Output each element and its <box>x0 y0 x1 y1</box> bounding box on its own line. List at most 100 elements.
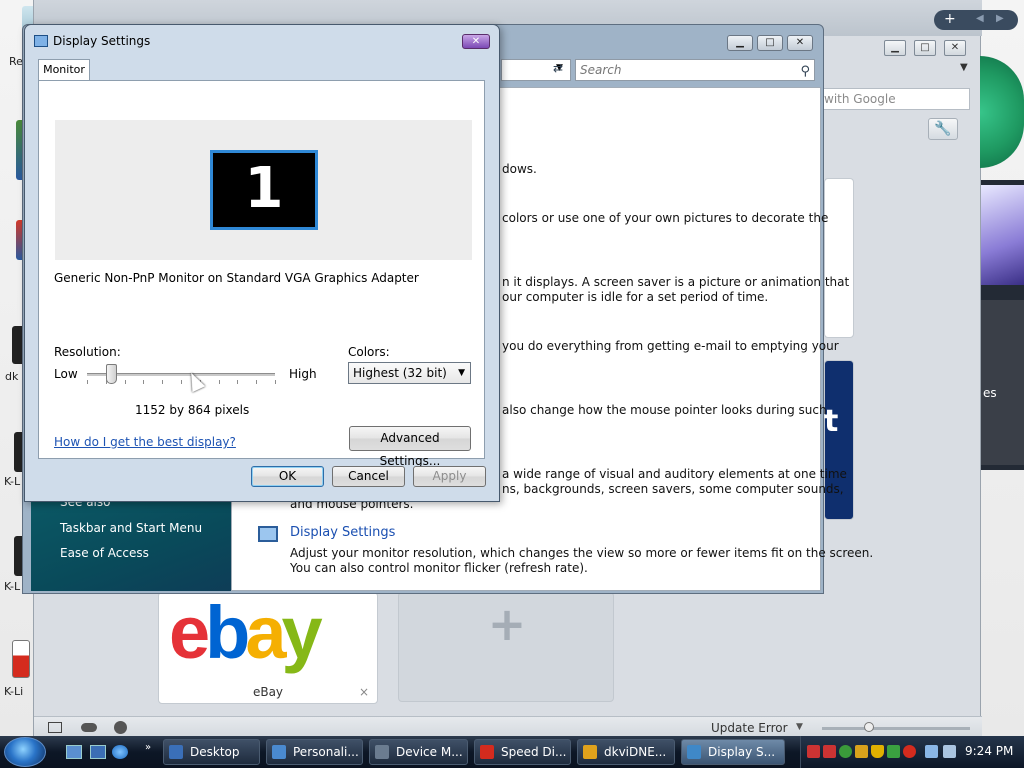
taskbar-button[interactable]: Personali... <box>266 739 363 765</box>
resolution-slider-thumb[interactable] <box>106 364 117 384</box>
speedometer-icon[interactable] <box>114 721 127 734</box>
zoom-slider-thumb[interactable] <box>864 722 874 732</box>
volume-icon[interactable] <box>943 745 956 758</box>
taskbar-button-label: Display S... <box>708 745 776 759</box>
speed-dial-tile[interactable] <box>824 178 854 338</box>
shield-icon[interactable] <box>871 745 884 758</box>
chevron-right-icon[interactable]: » <box>145 742 151 753</box>
plus-icon: + <box>487 597 527 651</box>
personalization-sidebar: See also Taskbar and Start Menu Ease of … <box>31 489 231 591</box>
chevron-down-icon[interactable]: ▼ <box>960 62 968 73</box>
panel-icon[interactable] <box>48 722 62 733</box>
zoom-slider[interactable] <box>822 727 970 730</box>
sidebar-item-ease-of-access[interactable]: Ease of Access <box>60 546 149 560</box>
plus-icon[interactable]: + <box>944 11 956 27</box>
task-app-icon <box>272 745 286 759</box>
taskbar-button[interactable]: Desktop <box>163 739 260 765</box>
chevron-right-icon[interactable]: ▶ <box>996 13 1004 24</box>
resolution-high-label: High <box>289 367 317 381</box>
display-settings-description: Adjust your monitor resolution, which ch… <box>290 546 874 560</box>
network-icon[interactable] <box>925 745 938 758</box>
sidebar-item-taskbar[interactable]: Taskbar and Start Menu <box>60 521 202 535</box>
browser-close-button[interactable]: ✕ <box>944 40 966 56</box>
task-app-icon <box>169 745 183 759</box>
clock[interactable]: 9:24 PM <box>965 744 1013 758</box>
add-speed-dial-tile[interactable]: + <box>398 592 614 702</box>
task-app-icon <box>583 745 597 759</box>
personalization-text: a wide range of visual and auditory elem… <box>502 467 847 481</box>
tab-monitor[interactable]: Monitor <box>38 59 90 81</box>
resolution-value: 1152 by 864 pixels <box>135 403 250 417</box>
slider-tick <box>181 380 182 384</box>
ok-button[interactable]: OK <box>251 466 324 487</box>
chevron-left-icon[interactable]: ◀ <box>976 13 984 24</box>
browser-minimize-button[interactable]: ▁ <box>884 40 906 56</box>
best-display-help-link[interactable]: How do I get the best display? <box>54 435 236 449</box>
taskbar-button[interactable]: Device M... <box>369 739 468 765</box>
advanced-settings-button[interactable]: Advanced Settings... <box>349 426 471 468</box>
app-tray-icon[interactable] <box>855 745 868 758</box>
slider-tick <box>87 380 88 384</box>
monitor-name: Generic Non-PnP Monitor on Standard VGA … <box>54 271 419 285</box>
chevron-down-icon[interactable]: ▼ <box>796 722 803 732</box>
internet-explorer-icon[interactable] <box>112 745 128 759</box>
speed-dial-tile[interactable] <box>824 360 854 520</box>
search-icon[interactable]: ⚲ <box>800 62 810 82</box>
personalization-text: our computer is idle for a set period of… <box>502 290 769 304</box>
personalization-text: colors or use one of your own pictures t… <box>502 211 829 225</box>
taskbar-button[interactable]: Speed Di... <box>474 739 571 765</box>
desktop-label-kli: K-Li <box>4 685 24 698</box>
close-icon[interactable]: × <box>359 685 369 699</box>
search-input[interactable]: Search ⚲ <box>575 59 815 81</box>
wallpaper-thumbnail <box>981 185 1024 285</box>
start-button[interactable] <box>4 737 46 767</box>
maximize-button[interactable]: □ <box>757 35 783 51</box>
app-tray-icon[interactable] <box>823 745 836 758</box>
ebay-logo: ebay <box>169 591 323 674</box>
slider-tick <box>125 380 126 384</box>
google-search-input[interactable]: with Google <box>817 88 970 110</box>
ebay-tile[interactable]: ebay eBay × <box>158 592 378 704</box>
show-desktop-icon[interactable] <box>66 745 82 759</box>
close-button[interactable]: ✕ <box>787 35 813 51</box>
display-settings-dialog: Display Settings ✕ Monitor 1 Generic Non… <box>24 24 500 502</box>
system-tray: 9:24 PM <box>800 736 1024 768</box>
taskbar-button-label: Speed Di... <box>501 745 567 759</box>
app-tray-icon[interactable] <box>839 745 852 758</box>
slider-tick <box>275 380 276 384</box>
switch-windows-icon[interactable] <box>90 745 106 759</box>
calendar-icon[interactable] <box>12 640 30 678</box>
slider-tick <box>143 380 144 384</box>
taskbar-button-label: Desktop <box>190 745 240 759</box>
wrench-icon[interactable]: 🔧 <box>928 118 958 140</box>
task-app-icon <box>375 745 389 759</box>
lav-icon[interactable] <box>807 745 820 758</box>
dialog-close-button[interactable]: ✕ <box>462 34 490 49</box>
display-settings-description: You can also control monitor flicker (re… <box>290 561 588 575</box>
cloud-icon[interactable] <box>81 723 97 732</box>
taskbar-button[interactable]: dkviDNE... <box>577 739 675 765</box>
app-tray-icon[interactable] <box>903 745 916 758</box>
gadget-controls[interactable]: + ◀ ▶ <box>934 10 1018 30</box>
taskbar-button[interactable]: Display S... <box>681 739 785 765</box>
update-error-status[interactable]: Update Error <box>711 721 788 735</box>
cancel-button[interactable]: Cancel <box>332 466 405 487</box>
desktop-label-kl: K-L <box>4 475 21 488</box>
slider-tick <box>256 380 257 384</box>
background-panel: es <box>981 300 1024 465</box>
minimize-button[interactable]: ▁ <box>727 35 753 51</box>
browser-maximize-button[interactable]: □ <box>914 40 936 56</box>
app-tray-icon[interactable] <box>887 745 900 758</box>
apply-button[interactable]: Apply <box>413 466 486 487</box>
taskbar: » Desktop Personali... Device M... Speed Di… <box>0 736 1024 768</box>
personalization-text: dows. <box>502 162 537 176</box>
colors-dropdown[interactable]: Highest (32 bit) ▼ <box>348 362 471 384</box>
taskbar-button-label: Device M... <box>396 745 463 759</box>
display-settings-link[interactable]: Display Settings <box>290 525 395 540</box>
colors-label: Colors: <box>348 345 390 359</box>
monitor-1-tile[interactable]: 1 <box>210 150 318 230</box>
taskbar-button-label: Personali... <box>293 745 359 759</box>
refresh-icon[interactable]: ⇄ <box>547 61 569 79</box>
search-placeholder: Search <box>580 63 622 77</box>
taskbar-button-label: dkviDNE... <box>604 745 667 759</box>
